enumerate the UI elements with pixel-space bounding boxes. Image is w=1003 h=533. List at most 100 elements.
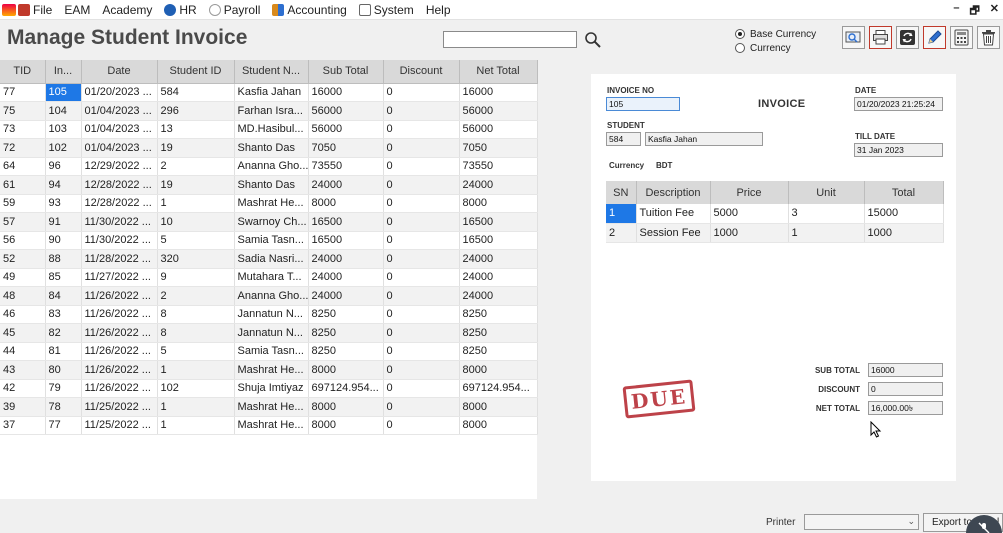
cell-date[interactable]: 01/04/2023 ... — [81, 138, 158, 158]
cell-tid[interactable]: 59 — [0, 194, 46, 213]
calculator-button[interactable] — [950, 26, 973, 49]
cell-tid[interactable]: 57 — [0, 212, 46, 232]
item-price[interactable]: 1000 — [710, 223, 789, 243]
col-header-sub-total[interactable]: Sub Total — [308, 60, 384, 84]
cell-sub-total[interactable]: 7050 — [308, 138, 384, 158]
table-row[interactable]: 49 85 11/27/2022 ... 9 Mutahara T... 24000 0 24… — [0, 268, 538, 287]
cell-student-name[interactable]: Farhan Isra... — [234, 101, 309, 121]
cell-discount[interactable]: 0 — [383, 342, 460, 361]
cell-invoice[interactable]: 90 — [45, 231, 82, 250]
cell-net-total[interactable]: 24000 — [459, 268, 538, 287]
item-sn[interactable]: 1 — [606, 204, 637, 224]
cell-student-id[interactable]: 5 — [157, 342, 235, 361]
cell-student-id[interactable]: 19 — [157, 175, 235, 195]
cell-date[interactable]: 11/26/2022 ... — [81, 360, 158, 380]
cell-sub-total[interactable]: 56000 — [308, 101, 384, 121]
discount-field[interactable]: 0 — [868, 382, 943, 396]
cell-invoice[interactable]: 96 — [45, 157, 82, 176]
menu-payroll[interactable]: Payroll — [208, 3, 260, 17]
cell-tid[interactable]: 52 — [0, 249, 46, 269]
cell-student-id[interactable]: 1 — [157, 416, 235, 435]
cell-date[interactable]: 11/25/2022 ... — [81, 397, 158, 417]
cell-discount[interactable]: 0 — [383, 231, 460, 250]
cell-student-name[interactable]: Samia Tasn... — [234, 231, 309, 250]
col-header-date[interactable]: Date — [81, 60, 158, 84]
cell-discount[interactable]: 0 — [383, 305, 460, 324]
cell-date[interactable]: 01/04/2023 ... — [81, 101, 158, 121]
cell-date[interactable]: 01/20/2023 ... — [81, 83, 158, 102]
cell-discount[interactable]: 0 — [383, 379, 460, 398]
cell-student-name[interactable]: Swarnoy Ch... — [234, 212, 309, 232]
menu-system[interactable]: System — [358, 3, 414, 17]
cell-discount[interactable]: 0 — [383, 120, 460, 139]
cell-student-id[interactable]: 2 — [157, 286, 235, 306]
cell-date[interactable]: 11/26/2022 ... — [81, 342, 158, 361]
cell-student-name[interactable]: Kasfia Jahan — [234, 83, 309, 102]
menu-accounting[interactable]: Accounting — [272, 3, 347, 17]
cell-sub-total[interactable]: 8000 — [308, 194, 384, 213]
table-row[interactable]: 46 83 11/26/2022 ... 8 Jannatun N... 8250 0 825… — [0, 305, 538, 324]
col-header-net-total[interactable]: Net Total — [459, 60, 538, 84]
cell-sub-total[interactable]: 16500 — [308, 231, 384, 250]
date-field[interactable]: 01/20/2023 21:25:24 — [854, 97, 943, 111]
cell-student-id[interactable]: 584 — [157, 83, 235, 102]
cell-invoice[interactable]: 104 — [45, 101, 82, 121]
radio-currency[interactable]: Currency — [735, 41, 816, 55]
cell-discount[interactable]: 0 — [383, 268, 460, 287]
table-row[interactable]: 42 79 11/26/2022 ... 102 Shuja Imtiyaz 697124… — [0, 379, 538, 398]
cell-sub-total[interactable]: 8250 — [308, 342, 384, 361]
cell-student-id[interactable]: 13 — [157, 120, 235, 139]
cell-discount[interactable]: 0 — [383, 416, 460, 435]
cell-discount[interactable]: 0 — [383, 360, 460, 380]
cell-sub-total[interactable]: 697124.954... — [308, 379, 384, 398]
cell-discount[interactable]: 0 — [383, 138, 460, 158]
cell-invoice[interactable]: 102 — [45, 138, 82, 158]
cell-net-total[interactable]: 697124.954... — [459, 379, 538, 398]
cell-net-total[interactable]: 8000 — [459, 416, 538, 435]
cell-tid[interactable]: 61 — [0, 175, 46, 195]
invoice-no-field[interactable]: 105 — [606, 97, 680, 111]
cell-sub-total[interactable]: 8250 — [308, 323, 384, 343]
cell-invoice[interactable]: 94 — [45, 175, 82, 195]
col-header-discount[interactable]: Discount — [383, 60, 460, 84]
cell-discount[interactable]: 0 — [383, 83, 460, 102]
cell-invoice[interactable]: 83 — [45, 305, 82, 324]
item-total[interactable]: 1000 — [864, 223, 944, 243]
item-price[interactable]: 5000 — [710, 204, 789, 224]
cell-date[interactable]: 11/26/2022 ... — [81, 286, 158, 306]
cell-tid[interactable]: 48 — [0, 286, 46, 306]
table-row[interactable]: 43 80 11/26/2022 ... 1 Mashrat He... 8000 0 800… — [0, 360, 538, 380]
col-header-student-id[interactable]: Student ID — [157, 60, 235, 84]
table-row[interactable]: 64 96 12/29/2022 ... 2 Ananna Gho... 73550 0 73… — [0, 157, 538, 176]
cell-invoice[interactable]: 103 — [45, 120, 82, 139]
table-row[interactable]: 75 104 01/04/2023 ... 296 Farhan Isra... 5600… — [0, 101, 538, 121]
cell-invoice[interactable]: 80 — [45, 360, 82, 380]
cell-tid[interactable]: 73 — [0, 120, 46, 139]
cell-date[interactable]: 11/26/2022 ... — [81, 379, 158, 398]
cell-net-total[interactable]: 16500 — [459, 212, 538, 232]
cell-net-total[interactable]: 7050 — [459, 138, 538, 158]
student-name-field[interactable]: Kasfia Jahan — [645, 132, 763, 146]
till-date-field[interactable]: 31 Jan 2023 — [854, 143, 943, 157]
cell-sub-total[interactable]: 56000 — [308, 120, 384, 139]
cell-invoice[interactable]: 79 — [45, 379, 82, 398]
cell-discount[interactable]: 0 — [383, 175, 460, 195]
table-row[interactable]: 59 93 12/28/2022 ... 1 Mashrat He... 8000 0 800… — [0, 194, 538, 213]
cell-net-total[interactable]: 16000 — [459, 83, 538, 102]
cell-student-id[interactable]: 1 — [157, 360, 235, 380]
cell-date[interactable]: 11/30/2022 ... — [81, 231, 158, 250]
cell-net-total[interactable]: 24000 — [459, 175, 538, 195]
cell-invoice[interactable]: 84 — [45, 286, 82, 306]
cell-net-total[interactable]: 73550 — [459, 157, 538, 176]
cell-net-total[interactable]: 8000 — [459, 360, 538, 380]
cell-student-name[interactable]: Shanto Das — [234, 175, 309, 195]
cell-sub-total[interactable]: 8000 — [308, 397, 384, 417]
cell-tid[interactable]: 77 — [0, 83, 46, 102]
cell-student-id[interactable]: 1 — [157, 194, 235, 213]
cell-tid[interactable]: 49 — [0, 268, 46, 287]
table-row[interactable]: 52 88 11/28/2022 ... 320 Sadia Nasri... 24000… — [0, 249, 538, 269]
table-row[interactable]: 48 84 11/26/2022 ... 2 Ananna Gho... 24000 0 24… — [0, 286, 538, 306]
cell-student-id[interactable]: 2 — [157, 157, 235, 176]
cell-net-total[interactable]: 24000 — [459, 249, 538, 269]
table-row[interactable]: 39 78 11/25/2022 ... 1 Mashrat He... 8000 0 800… — [0, 397, 538, 417]
